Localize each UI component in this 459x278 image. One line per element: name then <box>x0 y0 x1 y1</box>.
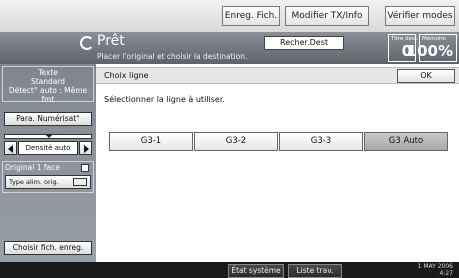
scan-mode-line2: Standard <box>30 77 66 86</box>
left-sidebar: Texte Standard Détect° auto : Même fmt P… <box>0 64 96 262</box>
arrow-right-icon <box>84 145 89 153</box>
ready-status-icon <box>80 36 94 50</box>
original-face-box: Original 1 face Type alim. orig. <box>2 161 94 193</box>
density-darker-button[interactable] <box>79 141 92 155</box>
scan-mode-box[interactable]: Texte Standard Détect° auto : Même fmt <box>2 66 94 104</box>
bottom-bar: État système Liste trav. 1 MAY 2006 4:27 <box>0 262 459 278</box>
memory-counter: Mémoire 100% <box>407 34 457 62</box>
scan-settings-button[interactable]: Para. Numérisat° <box>4 112 92 126</box>
system-status-button[interactable]: État système <box>228 264 284 278</box>
search-destination-button[interactable]: Recher.Dest <box>264 36 344 50</box>
enreg-fich-button[interactable]: Enreg. Fich. <box>222 6 280 26</box>
line-g3-2-button[interactable]: G3-2 <box>194 132 278 151</box>
memory-counter-value: 100% <box>406 42 453 60</box>
modifier-tx-info-button[interactable]: Modifier TX/Info <box>285 6 369 26</box>
single-sided-icon <box>81 164 89 172</box>
verifier-modes-button[interactable]: Vérifier modes <box>385 6 455 26</box>
density-control: Densité auto <box>4 134 92 156</box>
scan-mode-line3: Détect° auto : Même fmt <box>8 86 88 104</box>
line-choice-label: Choix ligne <box>104 71 149 80</box>
auto-density-button[interactable]: Densité auto <box>18 141 78 155</box>
density-indicator-icon <box>45 134 53 138</box>
density-lighter-button[interactable] <box>4 141 17 155</box>
choose-stored-file-button[interactable]: Choisir fich. enreg. <box>4 241 92 255</box>
line-choice-bar: Choix ligne OK <box>96 67 459 84</box>
line-g3-3-button[interactable]: G3-3 <box>279 132 363 151</box>
header: Prêt Placer l'original et choisir la des… <box>0 32 459 64</box>
feed-type-label: Type alim. orig. <box>9 178 59 186</box>
page-subtitle: Placer l'original et choisir la destinat… <box>97 52 248 61</box>
arrow-left-icon <box>8 145 13 153</box>
ok-button[interactable]: OK <box>397 69 455 83</box>
feed-type-icon <box>73 178 87 186</box>
scan-mode-line1: Texte <box>38 68 58 77</box>
feed-type-button[interactable]: Type alim. orig. <box>5 175 91 189</box>
density-scale <box>4 134 92 139</box>
line-g3-1-button[interactable]: G3-1 <box>109 132 193 151</box>
date-text: 1 MAY 2006 <box>417 263 453 270</box>
original-face-label: Original 1 face <box>5 163 60 172</box>
time-text: 4:27 <box>439 270 453 277</box>
instruction-text: Sélectionner la ligne à utiliser. <box>104 95 225 104</box>
date-time: 1 MAY 2006 4:27 <box>418 263 453 277</box>
top-bar: Enreg. Fich. Modifier TX/Info Vérifier m… <box>0 0 459 32</box>
line-g3-auto-button[interactable]: G3 Auto <box>364 132 448 151</box>
job-list-button[interactable]: Liste trav. <box>288 264 342 278</box>
main-panel: Choix ligne OK Sélectionner la ligne à u… <box>96 64 459 262</box>
page-title: Prêt <box>97 33 125 49</box>
